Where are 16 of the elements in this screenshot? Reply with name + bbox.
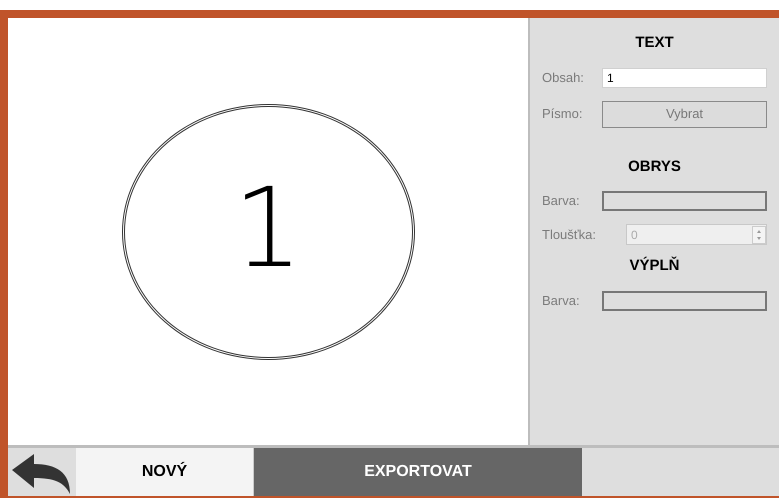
action-button[interactable]: EXPORTOVAT: [254, 448, 582, 496]
section-title: TEXT: [634, 33, 675, 53]
action-button[interactable]: NOVÝ: [76, 448, 254, 496]
field-label: Tloušťka:: [542, 226, 598, 244]
field-label: Barva:: [542, 192, 581, 210]
shape-text: 1: [233, 172, 303, 282]
color-swatch[interactable]: [602, 290, 767, 310]
color-swatch[interactable]: [602, 191, 767, 211]
section-title: OBRYS: [627, 156, 682, 176]
field-label: Písmo:: [542, 105, 584, 124]
section-title: VÝPLŇ: [628, 256, 680, 276]
ellipse-shape[interactable]: 1: [122, 104, 414, 360]
drawing-canvas[interactable]: 1: [8, 18, 528, 445]
field-label: Barva:: [542, 292, 581, 310]
text-field[interactable]: 1: [602, 68, 767, 88]
field-label: Obsah:: [542, 68, 585, 87]
